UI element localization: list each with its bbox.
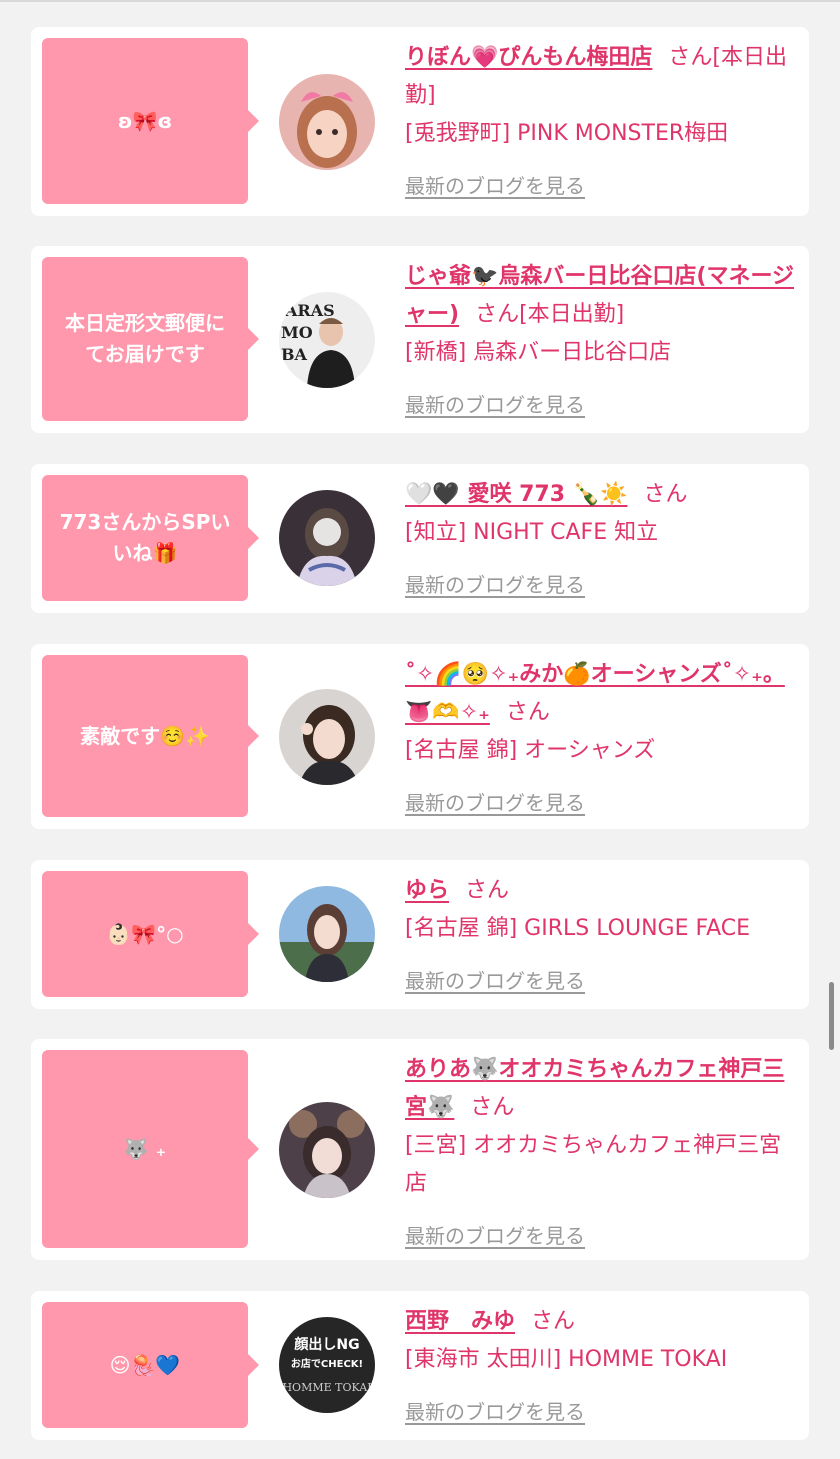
- cast-info: ゆら さん [名古屋 錦] GIRLS LOUNGE FACE 最新のブログを見る: [405, 872, 797, 1001]
- scrollbar-thumb[interactable]: [829, 982, 834, 1050]
- avatar-image: [279, 1102, 375, 1198]
- latest-blog-link[interactable]: 最新のブログを見る: [405, 566, 585, 604]
- message-bubble: 本日定形文郵便にてお届けです: [42, 257, 259, 421]
- cast-name-link[interactable]: 西野 みゆ: [405, 1309, 515, 1334]
- svg-text:MO: MO: [281, 323, 313, 342]
- cast-name-link[interactable]: りぼん💗ぴんもん梅田店: [405, 45, 652, 70]
- message-bubble: 773さんからSPいいね🎁: [42, 475, 259, 601]
- honorific: さん: [475, 302, 520, 327]
- svg-text:ARAS: ARAS: [284, 301, 335, 320]
- honorific: さん: [668, 45, 713, 70]
- cast-info: ありあ🐺オオカミちゃんカフェ神戸三宮🐺 さん [三宮] オオカミちゃんカフェ神戸三…: [405, 1051, 797, 1256]
- message-bubble: 素敵です☺️✨: [42, 655, 259, 817]
- cast-name-link[interactable]: ˚✧🌈🥺✧₊みか🍊オーシャンズ˚✧₊。👅🫶✧₊: [405, 662, 785, 725]
- honorific: さん: [470, 1095, 515, 1120]
- avatar[interactable]: [279, 74, 375, 170]
- avatar-image: ARAS MO BA: [279, 292, 375, 388]
- avatar[interactable]: 顔出しNG お店でCHECK! HOMME TOKAI: [279, 1317, 375, 1413]
- avatar-image: [279, 886, 375, 982]
- cast-info: ˚✧🌈🥺✧₊みか🍊オーシャンズ˚✧₊。👅🫶✧₊ さん [名古屋 錦] オーシャンズ…: [405, 656, 797, 823]
- list-item: 😌🪼💙 顔出しNG お店でCHECK! HOMME TOKAI 西野 みゆ さん …: [31, 1291, 809, 1440]
- list-item: 👶🏻🎀°○ ゆら さん [名古屋 錦] GIRLS LOUNGE FACE 最新の…: [31, 860, 809, 1009]
- latest-blog-link[interactable]: 最新のブログを見る: [405, 167, 585, 205]
- latest-blog-link[interactable]: 最新のブログを見る: [405, 962, 585, 1000]
- avatar[interactable]: [279, 490, 375, 586]
- avatar[interactable]: [279, 886, 375, 982]
- cast-info: 西野 みゆ さん [東海市 太田川] HOMME TOKAI 最新のブログを見る: [405, 1303, 797, 1432]
- list-item: 773さんからSPいいね🎁 🤍🖤 愛咲 773 🍾☀️ さん [知立] NIGHT…: [31, 464, 809, 613]
- avatar-text-line-3: HOMME TOKAI: [282, 1381, 371, 1394]
- avatar-image: [279, 490, 375, 586]
- avatar-image: [279, 689, 375, 785]
- shop-text: [兎我野町] PINK MONSTER梅田: [405, 121, 729, 146]
- latest-blog-link[interactable]: 最新のブログを見る: [405, 1217, 585, 1255]
- list-item: 🐺 ₊ ありあ🐺オオカミちゃんカフェ神戸三宮🐺 さん [三宮] オオカミちゃんカフ…: [31, 1039, 809, 1260]
- message-text: 👶🏻🎀°○: [106, 921, 184, 946]
- avatar[interactable]: [279, 689, 375, 785]
- message-bubble: ʚ🎀ɞ: [42, 38, 259, 204]
- message-text: 🐺 ₊: [123, 1136, 167, 1161]
- avatar[interactable]: ARAS MO BA: [279, 292, 375, 388]
- honorific: さん: [505, 700, 550, 725]
- message-bubble: 😌🪼💙: [42, 1302, 259, 1428]
- cast-info: じゃ爺🐦‍⬛烏森バー日比谷口店(マネージャー) さん[本日出勤] [新橋] 烏森バ…: [405, 258, 797, 425]
- shop-text: [知立] NIGHT CAFE 知立: [405, 520, 659, 545]
- avatar-text-line-1: 顔出しNG: [293, 1336, 359, 1353]
- list-item: 本日定形文郵便にてお届けです ARAS MO BA じゃ爺🐦‍⬛烏森バー日比谷口…: [31, 246, 809, 433]
- svg-text:BA: BA: [281, 345, 308, 364]
- status-text: [本日出勤]: [519, 302, 625, 327]
- latest-blog-link[interactable]: 最新のブログを見る: [405, 1393, 585, 1431]
- list-item: ʚ🎀ɞ りぼん💗ぴんもん梅田店 さん[本日出勤] [兎我野町] PINK MONS…: [31, 27, 809, 216]
- list-item: 素敵です☺️✨ ˚✧🌈🥺✧₊みか🍊オーシャンズ˚✧₊。👅🫶✧₊ さん [名古屋 錦…: [31, 644, 809, 829]
- message-bubble: 👶🏻🎀°○: [42, 871, 259, 997]
- cast-info: 🤍🖤 愛咲 773 🍾☀️ さん [知立] NIGHT CAFE 知立 最新のブロ…: [405, 476, 797, 605]
- shop-text: [三宮] オオカミちゃんカフェ神戸三宮店: [405, 1133, 782, 1196]
- honorific: さん: [643, 482, 688, 507]
- cast-name-link[interactable]: 🤍🖤 愛咲 773 🍾☀️: [405, 482, 627, 507]
- cast-name-link[interactable]: ありあ🐺オオカミちゃんカフェ神戸三宮🐺: [405, 1057, 784, 1120]
- message-text: 素敵です☺️✨: [80, 723, 210, 748]
- cast-name-link[interactable]: ゆら: [405, 878, 449, 903]
- avatar-image: 顔出しNG お店でCHECK! HOMME TOKAI: [279, 1317, 375, 1413]
- latest-blog-link[interactable]: 最新のブログを見る: [405, 386, 585, 424]
- shop-text: [名古屋 錦] オーシャンズ: [405, 738, 656, 763]
- message-bubble: 🐺 ₊: [42, 1050, 259, 1248]
- honorific: さん: [465, 878, 510, 903]
- message-text: 😌🪼💙: [109, 1352, 181, 1377]
- shop-text: [名古屋 錦] GIRLS LOUNGE FACE: [405, 916, 751, 941]
- latest-blog-link[interactable]: 最新のブログを見る: [405, 784, 585, 822]
- avatar-image: [279, 74, 375, 170]
- avatar-text-line-2: お店でCHECK!: [291, 1357, 363, 1370]
- message-text: 773さんからSPいいね🎁: [59, 510, 231, 565]
- message-text: ʚ🎀ɞ: [117, 108, 173, 133]
- avatar[interactable]: [279, 1102, 375, 1198]
- shop-text: [新橋] 烏森バー日比谷口店: [405, 340, 672, 365]
- honorific: さん: [531, 1309, 576, 1334]
- top-divider: [0, 0, 840, 2]
- shop-text: [東海市 太田川] HOMME TOKAI: [405, 1347, 728, 1372]
- message-text: 本日定形文郵便にてお届けです: [65, 311, 225, 366]
- cast-info: りぼん💗ぴんもん梅田店 さん[本日出勤] [兎我野町] PINK MONSTER梅…: [405, 39, 797, 206]
